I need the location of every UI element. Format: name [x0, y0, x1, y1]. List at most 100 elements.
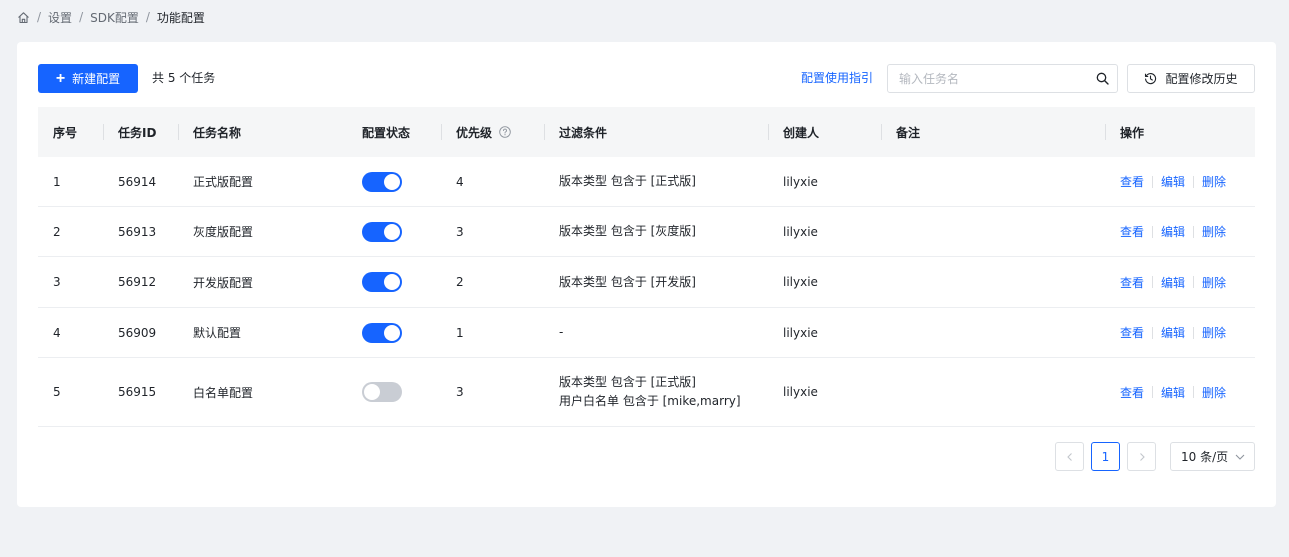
cell-actions: 查看 编辑 删除 — [1105, 324, 1255, 341]
task-table: 序号 任务ID 任务名称 配置状态 优先级 过滤条件 创建人 备注 操作 1 56… — [38, 107, 1255, 427]
view-link[interactable]: 查看 — [1120, 173, 1144, 190]
config-guide-link[interactable]: 配置使用指引 — [801, 64, 873, 93]
chevron-left-icon — [1066, 452, 1072, 461]
toggle-knob — [384, 274, 400, 290]
toggle-knob — [384, 173, 400, 190]
search-icon[interactable] — [1087, 72, 1117, 85]
column-header-creator: 创建人 — [768, 107, 881, 157]
table-row: 5 56915 白名单配置 3 版本类型 包含于 [正式版] 用户白名单 包含于 [mik… — [38, 358, 1255, 427]
cell-creator: lilyxie — [783, 385, 818, 399]
toggle-knob — [384, 223, 400, 240]
cell-status — [347, 221, 441, 242]
page-size-select[interactable]: 10 条/页 — [1170, 442, 1255, 471]
breadcrumb: / 设置 / SDK配置 / 功能配置 — [17, 8, 205, 26]
chevron-down-icon — [1235, 454, 1245, 460]
filter-condition: 版本类型 包含于 [正式版] — [559, 174, 696, 188]
edit-link[interactable]: 编辑 — [1161, 274, 1185, 291]
status-toggle[interactable] — [362, 221, 402, 242]
cell-task-name: 默认配置 — [193, 326, 242, 340]
question-circle-icon[interactable] — [499, 126, 511, 138]
home-icon[interactable] — [17, 11, 30, 24]
table-row: 2 56913 灰度版配置 3 版本类型 包含于 [灰度版] lilyxie 查看 编辑 删除 — [38, 207, 1255, 257]
cell-priority: 3 — [456, 385, 464, 399]
delete-link[interactable]: 删除 — [1202, 173, 1226, 190]
next-page-button[interactable] — [1127, 442, 1156, 471]
cell-task-id: 56909 — [118, 325, 157, 340]
cell-task-id: 56913 — [118, 224, 157, 239]
edit-link[interactable]: 编辑 — [1161, 324, 1185, 341]
new-config-button[interactable]: + 新建配置 — [38, 64, 138, 93]
toggle-knob — [384, 324, 400, 341]
view-link[interactable]: 查看 — [1120, 274, 1144, 291]
breadcrumb-item-settings[interactable]: 设置 — [48, 9, 72, 26]
status-toggle[interactable] — [362, 171, 402, 192]
breadcrumb-item-sdk[interactable]: SDK配置 — [90, 9, 139, 26]
view-link[interactable]: 查看 — [1120, 324, 1144, 341]
action-divider — [1193, 225, 1195, 238]
table-row: 3 56912 开发版配置 2 版本类型 包含于 [开发版] lilyxie 查看 编辑 删除 — [38, 257, 1255, 308]
cell-index: 3 — [53, 275, 61, 289]
page-number[interactable]: 1 — [1091, 442, 1120, 471]
column-header-status: 配置状态 — [362, 125, 411, 140]
cell-status — [347, 171, 441, 192]
history-icon — [1144, 72, 1157, 85]
cell-task-id: 56915 — [118, 385, 157, 399]
cell-status — [347, 382, 441, 402]
search-input[interactable] — [888, 65, 1087, 92]
cell-filter: 版本类型 包含于 [开发版] — [544, 273, 768, 292]
table-body: 1 56914 正式版配置 4 版本类型 包含于 [正式版] lilyxie 查看 编辑 删除 2… — [38, 157, 1255, 427]
filter-condition: - — [559, 325, 564, 339]
page-size-value: 10 条/页 — [1181, 450, 1229, 464]
cell-creator: lilyxie — [783, 224, 818, 239]
cell-task-id: 56914 — [118, 174, 157, 189]
cell-creator: lilyxie — [783, 325, 818, 340]
prev-page-button[interactable] — [1055, 442, 1084, 471]
status-toggle[interactable] — [362, 382, 402, 402]
cell-actions: 查看 编辑 删除 — [1105, 274, 1255, 291]
pagination: 1 10 条/页 — [1055, 442, 1255, 471]
delete-link[interactable]: 删除 — [1202, 324, 1226, 341]
breadcrumb-separator: / — [79, 10, 84, 24]
task-total: 共 5 个任务 — [152, 71, 216, 85]
cell-task-name: 白名单配置 — [193, 385, 254, 400]
cell-actions: 查看 编辑 删除 — [1105, 223, 1255, 240]
status-toggle[interactable] — [362, 272, 402, 292]
breadcrumb-separator: / — [37, 10, 42, 24]
cell-filter: 版本类型 包含于 [灰度版] — [544, 222, 768, 241]
action-divider — [1152, 175, 1154, 188]
config-history-button[interactable]: 配置修改历史 — [1127, 64, 1255, 93]
action-divider — [1152, 386, 1154, 398]
edit-link[interactable]: 编辑 — [1161, 223, 1185, 240]
column-header-note: 备注 — [881, 107, 1105, 157]
delete-link[interactable]: 删除 — [1202, 223, 1226, 240]
edit-link[interactable]: 编辑 — [1161, 173, 1185, 190]
column-header-priority: 优先级 — [441, 107, 544, 157]
action-divider — [1193, 326, 1195, 339]
cell-index: 4 — [53, 325, 61, 340]
edit-link[interactable]: 编辑 — [1161, 384, 1185, 401]
breadcrumb-current: 功能配置 — [156, 10, 205, 25]
cell-priority: 4 — [456, 174, 464, 189]
column-header-name: 任务名称 — [178, 107, 347, 157]
cell-filter: - — [544, 323, 768, 342]
status-toggle[interactable] — [362, 322, 402, 343]
cell-index: 2 — [53, 224, 61, 239]
cell-index: 1 — [53, 174, 61, 189]
cell-priority: 3 — [456, 224, 464, 239]
search-box — [887, 64, 1118, 93]
action-divider — [1193, 276, 1195, 288]
column-header-filter: 过滤条件 — [544, 107, 768, 157]
cell-filter: 版本类型 包含于 [正式版] — [544, 172, 768, 191]
column-header-id: 任务ID — [103, 107, 178, 157]
toolbar: + 新建配置 共 5 个任务 配置使用指引 配置修改历史 — [38, 64, 1255, 93]
cell-task-name: 正式版配置 — [193, 175, 254, 189]
delete-link[interactable]: 删除 — [1202, 274, 1226, 291]
filter-condition: 版本类型 包含于 [灰度版] — [559, 224, 696, 238]
view-link[interactable]: 查看 — [1120, 384, 1144, 401]
plus-icon: + — [55, 69, 66, 87]
view-link[interactable]: 查看 — [1120, 223, 1144, 240]
action-divider — [1152, 276, 1154, 288]
action-divider — [1152, 225, 1154, 238]
delete-link[interactable]: 删除 — [1202, 384, 1226, 401]
cell-status — [347, 322, 441, 343]
